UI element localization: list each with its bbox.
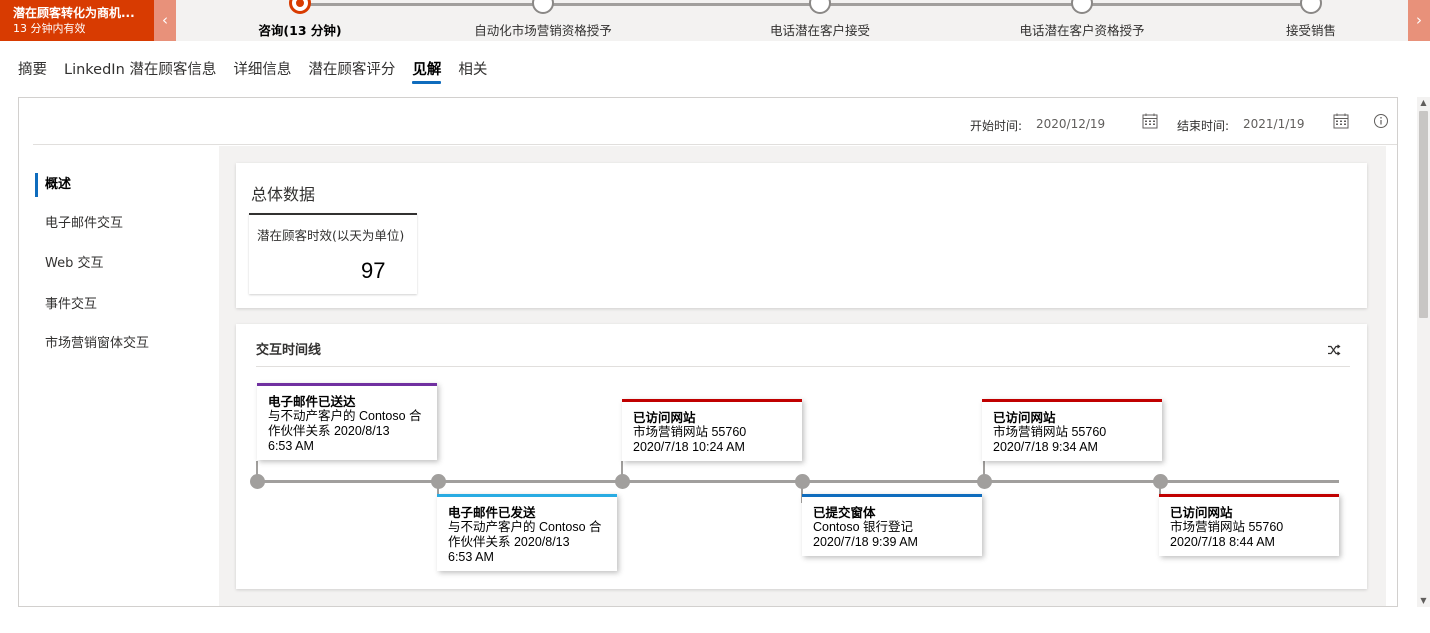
stage-marker — [809, 0, 831, 14]
event-description: Contoso 银行登记 — [813, 520, 914, 534]
tab-details[interactable]: 详细信息 — [233, 58, 291, 84]
timeline-event-email-delivered[interactable]: 电子邮件已送达 与不动产客户的 Contoso 合作伙伴关系 2020/8/13… — [257, 383, 437, 460]
process-title: 潜在顾客转化为商机... — [13, 6, 135, 20]
event-description: 市场营销网站 55760 — [993, 425, 1107, 439]
start-date-label: 开始时间: — [970, 119, 1023, 133]
info-icon[interactable] — [1373, 113, 1389, 129]
end-date-label: 结束时间: — [1177, 119, 1230, 133]
metric-label: 潜在顾客时效(以天为单位) — [257, 228, 405, 243]
event-title: 已访问网站 — [633, 410, 696, 425]
tab-linkedin[interactable]: LinkedIn 潜在顾客信息 — [64, 58, 216, 84]
card-title: 总体数据 — [251, 185, 316, 204]
active-process-flyout[interactable]: 潜在顾客转化为商机... 13 分钟内有效 — [0, 0, 154, 41]
timeline-event-website-visited[interactable]: 已访问网站 市场营销网站 55760 2020/7/18 10:24 AM — [622, 399, 802, 461]
event-time: 6:53 AM — [268, 439, 314, 453]
business-process-flow: 潜在顾客转化为商机... 13 分钟内有效 ‹ 咨询(13 分钟) 自动化市场营… — [0, 0, 1430, 41]
event-description: 与不动产客户的 Contoso 合作伙伴关系 2020/8/13 — [448, 520, 602, 549]
stage-marker — [1300, 0, 1322, 14]
chevron-left-icon: ‹ — [162, 11, 168, 29]
timeline-stem — [256, 461, 258, 477]
event-title: 电子邮件已送达 — [268, 394, 356, 409]
nav-marketing-form-interactions[interactable]: 市场营销窗体交互 — [35, 331, 149, 357]
stage-prev-button[interactable]: ‹ — [154, 0, 176, 41]
stage-connector-line — [300, 3, 1312, 6]
interaction-timeline-card: 交互时间线 电子邮件已送达 与不动产客户的 Contoso 合作伙伴关系 202… — [236, 324, 1367, 589]
nav-email-interactions[interactable]: 电子邮件交互 — [35, 211, 123, 237]
timeline-stem — [621, 461, 623, 477]
stage-next-button[interactable]: › — [1408, 0, 1430, 41]
stage-label: 自动化市场营销资格授予 — [474, 23, 612, 38]
tab-related[interactable]: 相关 — [458, 58, 487, 84]
stage-label: 电话潜在客户资格授予 — [1019, 23, 1145, 38]
tab-summary[interactable]: 摘要 — [18, 58, 47, 84]
event-title: 已提交窗体 — [813, 505, 876, 520]
calendar-icon[interactable] — [1141, 112, 1159, 130]
stage-label: 接受销售 — [1285, 23, 1337, 38]
event-time: 2020/7/18 9:39 AM — [813, 535, 918, 549]
timeline-stem — [983, 461, 985, 477]
date-filter-bar: 开始时间: 2020/12/19 结束时间: 2021/1/19 — [33, 98, 1397, 145]
scroll-up-arrow-icon[interactable]: ▲ — [1417, 97, 1430, 109]
timeline-event-website-visited[interactable]: 已访问网站 市场营销网站 55760 2020/7/18 9:34 AM — [982, 399, 1162, 461]
event-time: 2020/7/18 9:34 AM — [993, 440, 1098, 454]
nav-web-interactions[interactable]: Web 交互 — [35, 251, 103, 277]
event-title: 已访问网站 — [1170, 505, 1233, 520]
stage-current-marker — [289, 0, 311, 14]
event-description: 与不动产客户的 Contoso 合作伙伴关系 2020/8/13 — [268, 409, 422, 438]
scroll-down-arrow-icon[interactable]: ▼ — [1417, 595, 1430, 607]
end-date-value[interactable]: 2021/1/19 — [1243, 117, 1305, 131]
metric-value: 97 — [361, 258, 386, 283]
process-duration: 13 分钟内有效 — [13, 22, 86, 35]
vertical-scrollbar[interactable]: ▲ ▼ — [1417, 97, 1430, 607]
calendar-icon[interactable] — [1332, 112, 1350, 130]
stage-marker — [1071, 0, 1093, 14]
tab-lead-scoring[interactable]: 潜在顾客评分 — [308, 58, 395, 84]
insights-content: 总体数据 潜在顾客时效(以天为单位) 97 交互时间线 电子邮件已送达 与不动产… — [219, 146, 1386, 606]
timeline-event-email-sent[interactable]: 电子邮件已发送 与不动产客户的 Contoso 合作伙伴关系 2020/8/13… — [437, 494, 617, 571]
overall-data-card: 总体数据 潜在顾客时效(以天为单位) 97 — [236, 163, 1367, 308]
start-date-value[interactable]: 2020/12/19 — [1036, 117, 1105, 131]
form-tabs: 摘要 LinkedIn 潜在顾客信息 详细信息 潜在顾客评分 见解 相关 — [18, 58, 504, 86]
card-title: 交互时间线 — [256, 343, 322, 358]
insights-panel: 开始时间: 2020/12/19 结束时间: 2021/1/19 概述 电子邮件… — [18, 97, 1398, 607]
event-time: 2020/7/18 10:24 AM — [633, 440, 745, 454]
event-description: 市场营销网站 55760 — [1170, 520, 1284, 534]
chevron-right-icon: › — [1416, 11, 1422, 29]
event-time: 2020/7/18 8:44 AM — [1170, 535, 1275, 549]
stage-label: 咨询(13 分钟) — [258, 23, 342, 38]
stage-label: 电话潜在客户接受 — [769, 23, 871, 38]
timeline-event-website-visited[interactable]: 已访问网站 市场营销网站 55760 2020/7/18 8:44 AM — [1159, 494, 1339, 556]
shuffle-icon[interactable] — [1326, 342, 1342, 358]
nav-event-interactions[interactable]: 事件交互 — [35, 292, 97, 318]
tab-insights[interactable]: 见解 — [412, 58, 442, 84]
timeline-event-form-submitted[interactable]: 已提交窗体 Contoso 银行登记 2020/7/18 9:39 AM — [802, 494, 982, 556]
divider — [256, 366, 1350, 367]
nav-overview[interactable]: 概述 — [35, 172, 71, 198]
scrollbar-thumb[interactable] — [1419, 111, 1428, 318]
event-title: 已访问网站 — [993, 410, 1056, 425]
lead-age-tile: 潜在顾客时效(以天为单位) 97 — [249, 213, 417, 294]
stage-marker — [532, 0, 554, 14]
event-description: 市场营销网站 55760 — [633, 425, 747, 439]
insights-left-nav: 概述 电子邮件交互 Web 交互 事件交互 市场营销窗体交互 — [33, 146, 219, 606]
event-time: 6:53 AM — [448, 550, 494, 564]
event-title: 电子邮件已发送 — [448, 505, 536, 520]
